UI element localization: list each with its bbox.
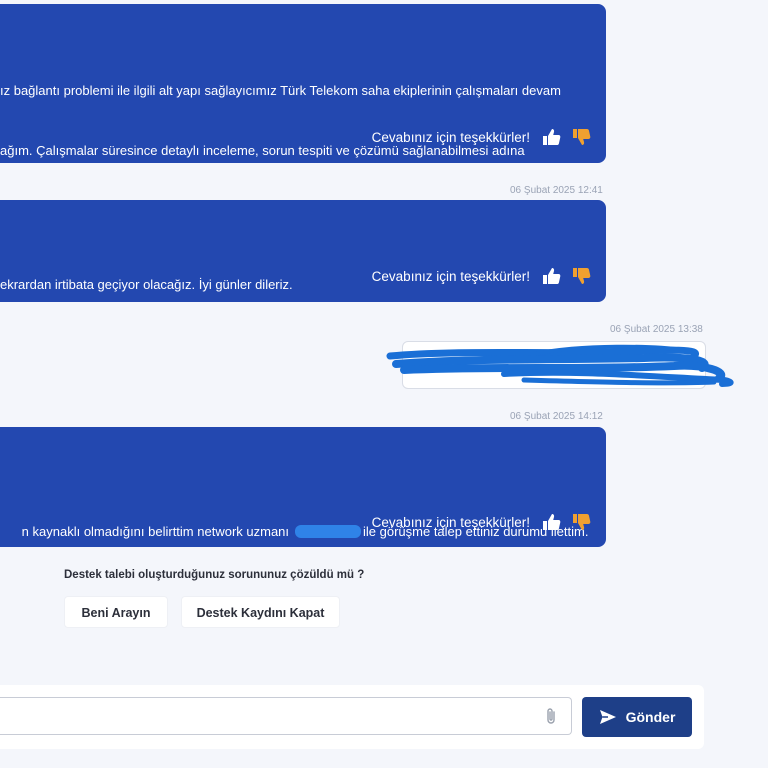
thumbs-up-icon[interactable] — [542, 128, 562, 146]
send-label: Gönder — [625, 709, 676, 725]
resolution-question: Destek talebi oluşturduğunuz sorununuz ç… — [64, 569, 365, 581]
message-input[interactable] — [0, 697, 572, 735]
paperclip-icon[interactable] — [545, 707, 557, 725]
thumbs-up-icon[interactable] — [542, 267, 562, 285]
redacted-name — [295, 525, 362, 538]
feedback-row: Cevabınız için teşekkürler! — [372, 267, 592, 285]
message-timestamp: 06 Şubat 2025 12:41 — [510, 185, 603, 196]
message-text: n kaynaklı olmadığını belirttim network … — [0, 462, 594, 602]
agent-message: n kaynaklı olmadığını belirttim network … — [0, 427, 606, 547]
message-timestamp: 06 Şubat 2025 14:12 — [510, 411, 603, 422]
send-button[interactable]: Gönder — [582, 697, 692, 737]
feedback-row: Cevabınız için teşekkürler! — [372, 128, 592, 146]
thumbs-down-icon[interactable] — [572, 513, 592, 531]
send-icon — [599, 710, 616, 724]
feedback-row: Cevabınız için teşekkürler! — [372, 513, 592, 531]
message-text-start: n kaynaklı olmadığını belirttim network … — [21, 524, 290, 539]
message-timestamp: 06 Şubat 2025 13:38 — [610, 324, 703, 335]
message-line: n kaynaklı olmadığını belirttim network … — [0, 502, 594, 562]
message-composer: Gönder — [0, 685, 704, 749]
agent-message: ekrardan irtibata geçiyor olacağız. İyi … — [0, 200, 606, 302]
message-line: ız bağlantı problemi ile ilgili alt yapı… — [0, 83, 561, 98]
thumbs-down-icon[interactable] — [572, 128, 592, 146]
redaction-scribble — [386, 344, 734, 387]
feedback-label: Cevabınız için teşekkürler! — [371, 129, 530, 145]
close-ticket-button[interactable]: Destek Kaydını Kapat — [181, 596, 340, 628]
call-me-button[interactable]: Beni Arayın — [64, 596, 168, 628]
agent-message: ız bağlantı problemi ile ilgili alt yapı… — [0, 4, 606, 218]
thumbs-up-icon[interactable] — [542, 513, 562, 531]
message-text: ekrardan irtibata geçiyor olacağız. İyi … — [0, 235, 594, 335]
feedback-label: Cevabınız için teşekkürler! — [371, 268, 530, 284]
thumbs-down-icon[interactable] — [572, 267, 592, 285]
feedback-label: Cevabınız için teşekkürler! — [371, 514, 530, 530]
